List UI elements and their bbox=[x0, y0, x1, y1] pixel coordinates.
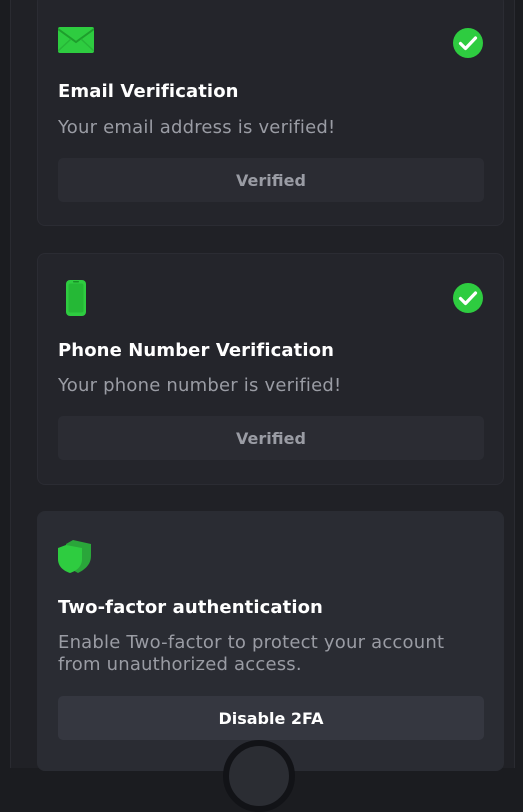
email-card-description: Your email address is verified! bbox=[58, 117, 336, 138]
loading-spinner-icon bbox=[223, 740, 295, 812]
phone-card-description: Your phone number is verified! bbox=[58, 375, 342, 396]
email-verified-button[interactable]: Verified bbox=[58, 158, 484, 202]
phone-verification-card: Phone Number Verification Your phone num… bbox=[37, 253, 504, 485]
shield-icon bbox=[58, 540, 91, 573]
disable-2fa-button[interactable]: Disable 2FA bbox=[58, 696, 484, 740]
check-circle-icon bbox=[453, 283, 483, 313]
two-factor-card: Two-factor authentication Enable Two-fac… bbox=[37, 511, 504, 771]
phone-icon bbox=[66, 280, 86, 316]
email-card-title: Email Verification bbox=[58, 81, 239, 102]
email-verification-card: Email Verification Your email address is… bbox=[37, 0, 504, 226]
check-circle-icon bbox=[453, 28, 483, 58]
verification-panel: Email Verification Your email address is… bbox=[10, 0, 515, 771]
two-factor-description: Enable Two-factor to protect your accoun… bbox=[58, 632, 445, 675]
two-factor-title: Two-factor authentication bbox=[58, 597, 323, 618]
phone-verified-button[interactable]: Verified bbox=[58, 416, 484, 460]
phone-card-title: Phone Number Verification bbox=[58, 340, 335, 361]
envelope-icon bbox=[58, 27, 94, 53]
